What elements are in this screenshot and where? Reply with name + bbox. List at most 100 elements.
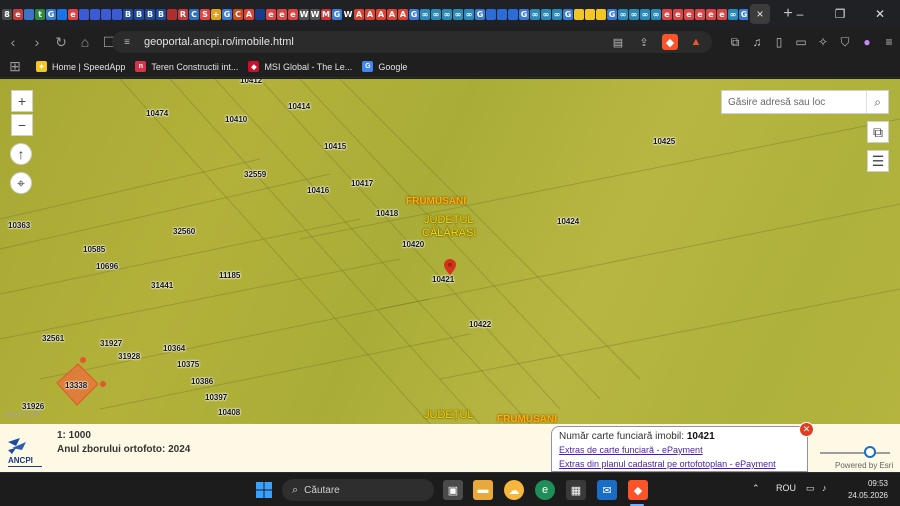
tab-favicon[interactable]: ∞ bbox=[618, 8, 628, 20]
compass-north-icon[interactable]: ↑ bbox=[10, 143, 32, 165]
tab-favicon[interactable] bbox=[79, 8, 89, 20]
tab-favicon[interactable] bbox=[24, 8, 34, 20]
tab-favicon[interactable]: e bbox=[266, 8, 276, 20]
tab-favicon[interactable] bbox=[112, 8, 122, 20]
edge-icon[interactable]: e bbox=[535, 480, 555, 500]
minimize-button[interactable]: – bbox=[780, 0, 820, 28]
tab-favicon[interactable]: B bbox=[134, 8, 144, 20]
tab-favicon[interactable]: ∞ bbox=[431, 8, 441, 20]
tab-favicon[interactable]: W bbox=[310, 8, 320, 20]
parcel-label[interactable]: 10696 bbox=[96, 262, 118, 271]
parcel-label[interactable]: 31441 bbox=[151, 281, 173, 290]
tab-favicon[interactable]: ∞ bbox=[442, 8, 452, 20]
tab-favicon[interactable] bbox=[167, 8, 177, 20]
reload-button[interactable]: ↻ bbox=[50, 31, 72, 53]
tab-favicon[interactable]: ∞ bbox=[464, 8, 474, 20]
parcel-label[interactable]: 10414 bbox=[288, 102, 310, 111]
network-icon[interactable]: ▭ bbox=[806, 483, 815, 494]
tab-favicon[interactable]: ∞ bbox=[728, 8, 738, 20]
parcel-label[interactable]: 11185 bbox=[219, 271, 240, 280]
layer-list-icon[interactable]: ☰ bbox=[867, 150, 889, 172]
tab-favicon[interactable]: ∞ bbox=[453, 8, 463, 20]
close-window-button[interactable]: ✕ bbox=[860, 0, 900, 28]
media-icon[interactable]: ♫ bbox=[746, 31, 768, 53]
store-icon[interactable]: ▦ bbox=[566, 480, 586, 500]
parcel-label[interactable]: 10364 bbox=[163, 344, 185, 353]
opacity-slider-track[interactable] bbox=[820, 452, 890, 454]
tab-favicon[interactable]: G bbox=[739, 8, 748, 20]
input-language[interactable]: ROU bbox=[776, 483, 796, 493]
cadastral-plan-extract-link[interactable]: Extras din planul cadastral pe ortofotop… bbox=[559, 457, 800, 471]
task-view-icon[interactable]: ▣ bbox=[443, 480, 463, 500]
file-explorer-icon[interactable]: ▬ bbox=[473, 480, 493, 500]
tab-favicon[interactable] bbox=[596, 8, 606, 20]
bookmark-teren[interactable]: n Teren Constructii int... bbox=[135, 61, 238, 72]
tab-favicon[interactable]: C bbox=[233, 8, 243, 20]
bookmark-msi[interactable]: ◆ MSI Global - The Le... bbox=[248, 61, 352, 72]
parcel-label[interactable]: 10417 bbox=[351, 179, 373, 188]
tab-favicon[interactable]: W bbox=[299, 8, 309, 20]
tab-favicon[interactable]: G bbox=[519, 8, 529, 20]
tab-favicon[interactable]: G bbox=[475, 8, 485, 20]
tab-favicon[interactable] bbox=[486, 8, 496, 20]
brave-icon[interactable]: ◆ bbox=[628, 480, 648, 500]
taskbar-search[interactable]: ⌕ Căutare bbox=[282, 479, 434, 501]
tab-favicon[interactable] bbox=[574, 8, 584, 20]
parcel-label[interactable]: 10410 bbox=[225, 115, 247, 124]
tab-favicon[interactable]: ∞ bbox=[640, 8, 650, 20]
search-icon[interactable]: ⌕ bbox=[866, 91, 888, 113]
zoom-out-button[interactable]: − bbox=[11, 114, 33, 136]
parcel-label[interactable]: 10408 bbox=[218, 408, 240, 417]
tab-favicon[interactable] bbox=[497, 8, 507, 20]
zoom-in-button[interactable]: + bbox=[11, 90, 33, 112]
location-pin-icon[interactable] bbox=[444, 259, 456, 275]
rewards-icon[interactable]: ▲ bbox=[688, 34, 704, 50]
reader-mode-icon[interactable]: ▤ bbox=[610, 34, 626, 50]
parcel-label[interactable]: 10363 bbox=[8, 221, 30, 230]
parcel-label[interactable]: 10412 bbox=[240, 79, 262, 85]
tab-favicon[interactable]: e bbox=[68, 8, 78, 20]
system-clock[interactable]: 09:53 24.05.2026 bbox=[846, 478, 888, 502]
parcel-label[interactable]: 10397 bbox=[205, 393, 227, 402]
tab-favicon[interactable]: + bbox=[211, 8, 221, 20]
parcel-label[interactable]: 10416 bbox=[307, 186, 329, 195]
mail-icon[interactable]: ✉ bbox=[597, 480, 617, 500]
home-button[interactable]: ⌂ bbox=[74, 31, 96, 53]
tab-favicon[interactable]: t bbox=[35, 8, 45, 20]
tab-favicon[interactable] bbox=[90, 8, 100, 20]
tab-favicon[interactable]: A bbox=[398, 8, 408, 20]
parcel-label[interactable]: 31928 bbox=[118, 352, 140, 361]
parcel-label[interactable]: 10424 bbox=[557, 217, 579, 226]
parcel-label[interactable]: 10425 bbox=[653, 137, 675, 146]
tab-favicon[interactable]: ∞ bbox=[629, 8, 639, 20]
tab-favicon[interactable]: e bbox=[662, 8, 672, 20]
parcel-label[interactable]: 10375 bbox=[177, 360, 199, 369]
address-bar[interactable]: ≡ geoportal.ancpi.ro/imobile.html ▤ ⇪ ◆ … bbox=[112, 31, 712, 53]
tab-favicon[interactable] bbox=[255, 8, 265, 20]
map-view[interactable]: 10412 10414 10474 10410 10415 10425 3255… bbox=[0, 79, 900, 424]
tab-favicon[interactable]: G bbox=[46, 8, 56, 20]
parcel-label[interactable]: 31927 bbox=[100, 339, 122, 348]
tab-favicon[interactable]: e bbox=[684, 8, 694, 20]
tab-favicon[interactable]: ∞ bbox=[530, 8, 540, 20]
forward-button[interactable]: › bbox=[26, 31, 48, 53]
screenshot-icon[interactable]: ⧉ bbox=[724, 31, 746, 53]
vpn-icon[interactable]: ⛉ bbox=[834, 31, 856, 53]
tab-favicon[interactable]: M bbox=[321, 8, 331, 20]
tab-favicon[interactable]: ∞ bbox=[651, 8, 661, 20]
tab-favicon[interactable]: 8 bbox=[2, 8, 12, 20]
parcel-label[interactable]: 10422 bbox=[469, 320, 491, 329]
sidebar-icon[interactable]: ▯ bbox=[768, 31, 790, 53]
tab-favicon[interactable]: e bbox=[673, 8, 683, 20]
opacity-slider-thumb[interactable] bbox=[864, 446, 876, 458]
tab-favicon[interactable]: A bbox=[376, 8, 386, 20]
tab-favicon[interactable]: ∞ bbox=[420, 8, 430, 20]
tab-favicon[interactable]: S bbox=[200, 8, 210, 20]
tab-favicon[interactable]: A bbox=[365, 8, 375, 20]
tab-favicon[interactable]: C bbox=[189, 8, 199, 20]
tab-favicon[interactable]: e bbox=[706, 8, 716, 20]
tab-favicon[interactable] bbox=[508, 8, 518, 20]
tab-favicon[interactable]: R bbox=[178, 8, 188, 20]
parcel-label[interactable]: 31926 bbox=[22, 402, 44, 411]
parcel-label[interactable]: 13338 bbox=[65, 381, 87, 390]
